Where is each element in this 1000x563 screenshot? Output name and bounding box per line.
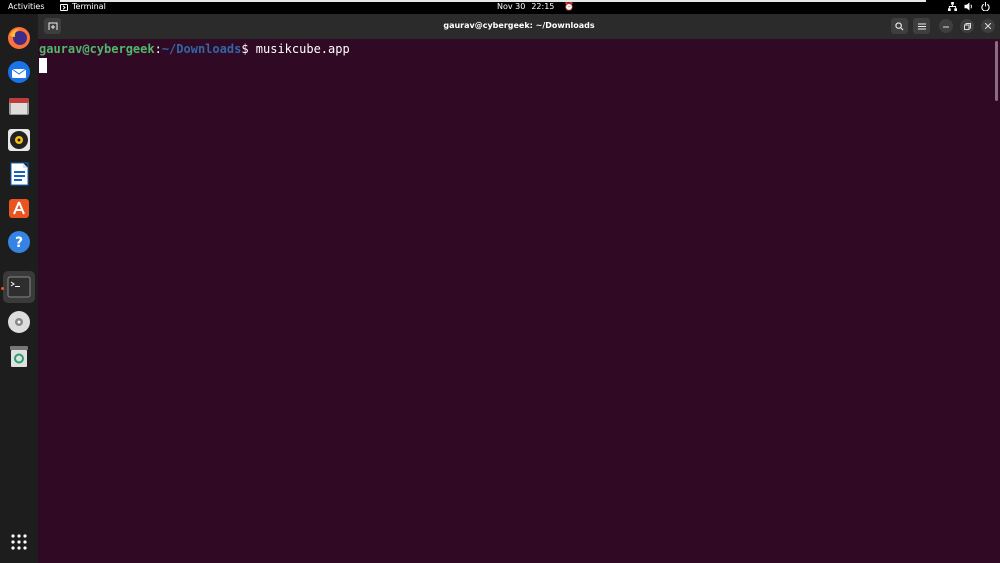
disc-icon [8, 311, 30, 333]
minimize-icon [943, 26, 949, 28]
dock-item-libreoffice-writer[interactable] [7, 162, 31, 186]
dock-item-trash[interactable] [7, 344, 31, 368]
app-menu-label: Terminal [72, 2, 106, 11]
top-edge-line [60, 0, 926, 2]
top-bar: Activities Terminal Nov 30 22:15 ⏰ [0, 0, 1000, 14]
clock[interactable]: Nov 30 22:15 ⏰ [497, 2, 574, 12]
restore-icon [963, 22, 971, 30]
dock-item-ubuntu-software[interactable] [7, 196, 31, 220]
hamburger-icon [917, 23, 926, 29]
firefox-icon [8, 27, 30, 49]
prompt-separator: : [154, 42, 162, 56]
dock-item-terminal[interactable] [3, 271, 35, 303]
dock: ? [0, 14, 38, 563]
terminal-window: gaurav@cybergeek: ~/Downloads gaurav@cyb… [38, 14, 1000, 563]
search-button[interactable] [891, 18, 908, 34]
prompt-symbol: $ [241, 42, 249, 56]
network-icon[interactable] [948, 2, 957, 14]
dock-item-help[interactable]: ? [7, 230, 31, 254]
dock-item-thunderbird[interactable] [7, 60, 31, 84]
files-icon [9, 98, 29, 115]
menu-button[interactable] [913, 18, 930, 34]
text-cursor [39, 58, 47, 73]
dock-item-firefox[interactable] [7, 26, 31, 50]
terminal-output[interactable]: gaurav@cybergeek:~/Downloads$ musikcube.… [38, 39, 993, 563]
clock-time: 22:15 [531, 2, 555, 11]
dock-item-disc[interactable] [7, 310, 31, 334]
thunderbird-icon [8, 61, 30, 83]
close-button[interactable] [981, 19, 995, 33]
terminal-icon [60, 3, 68, 11]
maximize-button[interactable] [960, 19, 974, 33]
power-icon[interactable] [981, 2, 990, 14]
cursor-line [39, 57, 993, 73]
writer-icon [10, 162, 29, 186]
help-icon: ? [8, 231, 30, 253]
dock-item-rhythmbox[interactable] [7, 128, 31, 152]
system-tray[interactable] [948, 2, 990, 14]
command-text: musikcube.app [255, 42, 350, 56]
prompt-line: gaurav@cybergeek:~/Downloads$ musikcube.… [39, 41, 993, 57]
clock-date: Nov 30 [497, 2, 526, 11]
window-title: gaurav@cybergeek: ~/Downloads [443, 21, 595, 30]
search-icon [895, 21, 904, 30]
dock-item-show-apps[interactable] [7, 530, 31, 554]
prompt-user-host: gaurav@cybergeek [39, 42, 155, 56]
scrollbar[interactable] [993, 41, 998, 561]
close-icon [985, 23, 991, 29]
terminal-icon [7, 276, 31, 298]
prompt-path: ~/Downloads [161, 42, 242, 56]
alarm-icon: ⏰ [564, 2, 575, 11]
trash-icon [10, 346, 28, 367]
volume-icon[interactable] [964, 2, 974, 14]
dock-item-files[interactable] [7, 94, 31, 118]
title-bar[interactable]: gaurav@cybergeek: ~/Downloads [38, 14, 1000, 39]
svg-text:?: ? [15, 235, 23, 251]
software-icon [9, 199, 29, 218]
activities-button[interactable]: Activities [8, 2, 45, 12]
rhythmbox-icon [8, 129, 30, 151]
grid-icon [11, 534, 27, 550]
minimize-button[interactable] [939, 19, 953, 33]
scrollbar-thumb[interactable] [995, 41, 998, 101]
app-menu[interactable]: Terminal [60, 2, 106, 12]
running-indicator [1, 287, 4, 290]
